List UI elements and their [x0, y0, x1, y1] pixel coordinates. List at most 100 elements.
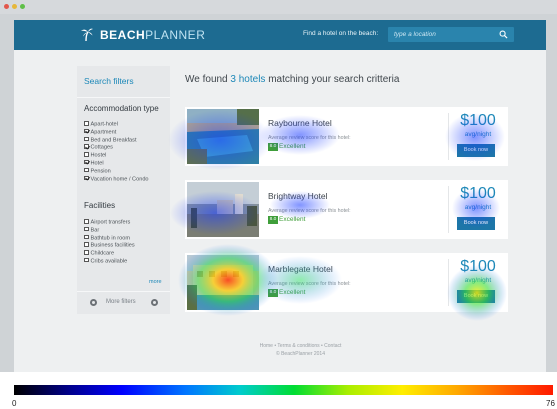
brand-primary: BEACH — [100, 28, 146, 42]
checkbox-checked[interactable] — [84, 159, 89, 165]
results-count: 3 hotels — [230, 74, 266, 85]
search-icon[interactable] — [499, 30, 508, 39]
footer-copyright: © BeachPlanner 2014 — [276, 351, 325, 357]
facilities-option[interactable]: Bar — [84, 226, 135, 235]
accommodation-option-label: Hotel — [90, 160, 104, 167]
checkbox[interactable] — [84, 250, 89, 255]
accommodation-option-label: Pension — [90, 168, 111, 175]
facilities-option-label: Bathtub in room — [90, 235, 131, 242]
price: $100 — [460, 258, 496, 275]
accommodation-option[interactable]: Hostel — [84, 152, 149, 160]
facilities-heading: Facilities — [84, 201, 116, 210]
score-rating: Excellent — [279, 216, 306, 223]
more-facilities-link[interactable]: more — [149, 279, 162, 285]
more-filters-button[interactable]: More filters — [106, 299, 136, 305]
location-search-box — [388, 27, 514, 42]
hotel-name[interactable]: Marblegate Hotel — [268, 264, 333, 274]
review-score: 8.0 Excellent — [268, 289, 305, 297]
sidebar-title: Search filters — [84, 76, 134, 86]
main-content: Search filters Accommodation type Apart-… — [14, 50, 546, 372]
checkbox-checked[interactable] — [84, 144, 89, 149]
accommodation-option-label: Hostel — [90, 152, 107, 159]
facilities-option-label: Cribs available — [90, 258, 128, 265]
hotel-photo[interactable] — [187, 109, 259, 164]
price-unit: avg/night — [464, 131, 492, 138]
facilities-option[interactable]: Childcare — [84, 250, 135, 258]
book-now-button[interactable]: Book now — [457, 290, 495, 303]
checkbox-checked[interactable] — [84, 128, 89, 134]
review-score: 8.0 Excellent — [268, 143, 305, 151]
price: $100 — [460, 112, 496, 129]
accommodation-heading: Accommodation type — [84, 104, 159, 113]
brand-secondary: PLANNER — [145, 28, 206, 42]
checkbox[interactable] — [84, 226, 89, 232]
checkbox[interactable] — [84, 219, 89, 224]
brand-logo[interactable]: BEACHPLANNER — [100, 28, 205, 42]
search-label: Find a hotel on the beach: — [303, 30, 379, 37]
accommodation-option[interactable]: Apartment — [84, 128, 149, 137]
accommodation-option-label: Cottages — [90, 144, 113, 151]
score-badge: 8.0 — [268, 289, 278, 297]
price: $100 — [460, 185, 496, 202]
window-titlebar — [0, 0, 557, 14]
facilities-option-label: Bar — [90, 227, 100, 234]
accommodation-option-label: Bed and Breakfast — [90, 137, 137, 144]
gear-icon — [90, 299, 97, 306]
checkbox[interactable] — [84, 234, 89, 240]
accommodation-option[interactable]: Cottages — [84, 144, 149, 152]
score-rating: Excellent — [279, 143, 306, 150]
hotel-name[interactable]: Raybourne Hotel — [268, 118, 332, 128]
accommodation-option-label: Apart-hotel — [90, 121, 118, 128]
checkbox[interactable] — [84, 257, 89, 263]
facilities-option[interactable]: Business facilities — [84, 242, 135, 250]
filter-sidebar: Search filters Accommodation type Apart-… — [77, 66, 170, 314]
facilities-list: Airport transfers Bar Bathtub in room Busin… — [84, 219, 135, 266]
accommodation-option[interactable]: Apart-hotel — [84, 121, 149, 129]
facilities-option[interactable]: Bathtub in room — [84, 234, 135, 243]
scale-min-label: 0 — [12, 399, 17, 408]
palm-tree-icon — [81, 28, 93, 42]
scale-max-label: 76 — [546, 399, 555, 408]
accommodation-option[interactable]: Bed and Breakfast — [84, 136, 149, 145]
maximize-window-button[interactable] — [20, 4, 25, 9]
gear-icon — [151, 299, 158, 306]
review-caption: Average review score for this hotel: — [268, 281, 351, 287]
review-caption: Average review score for this hotel: — [268, 135, 351, 141]
results-suffix: matching your search critteria — [265, 74, 400, 85]
footer-links[interactable]: Home • Terms & conditions • Contact — [14, 343, 546, 349]
minimize-window-button[interactable] — [12, 4, 17, 9]
accommodation-option[interactable]: Hotel — [84, 159, 149, 168]
hotel-photo[interactable] — [187, 182, 259, 237]
accommodation-option[interactable]: Vacation home / Condo — [84, 175, 149, 184]
facilities-option[interactable]: Cribs available — [84, 257, 135, 266]
checkbox[interactable] — [84, 167, 89, 173]
hotel-photo[interactable] — [187, 255, 259, 310]
hotel-card: Raybourne Hotel Average review score for… — [185, 107, 508, 166]
accommodation-option-label: Vacation home / Condo — [90, 176, 149, 183]
checkbox[interactable] — [84, 121, 89, 126]
location-search-input[interactable] — [394, 29, 494, 40]
results-prefix: We found — [185, 74, 231, 85]
close-window-button[interactable] — [4, 4, 9, 9]
checkbox[interactable] — [84, 152, 89, 157]
heatmap-color-scale — [14, 385, 553, 395]
facilities-option-label: Airport transfers — [90, 219, 131, 226]
book-now-button[interactable]: Book now — [457, 217, 495, 230]
price-unit: avg/night — [464, 204, 492, 211]
score-badge: 8.0 — [268, 143, 278, 151]
accommodation-list: Apart-hotel Apartment Bed and Breakfast Cot… — [84, 121, 149, 183]
more-filters-bar[interactable]: More filters — [77, 292, 170, 314]
checkbox-checked[interactable] — [84, 175, 89, 181]
hotel-name[interactable]: Brightway Hotel — [268, 191, 328, 201]
site-header: BEACHPLANNER Find a hotel on the beach: — [14, 20, 546, 50]
review-caption: Average review score for this hotel: — [268, 208, 351, 214]
facilities-option-label: Childcare — [90, 250, 115, 257]
book-now-button[interactable]: Book now — [457, 144, 495, 157]
checkbox[interactable] — [84, 242, 89, 247]
accommodation-option[interactable]: Pension — [84, 167, 149, 176]
facilities-option-label: Business facilities — [90, 242, 135, 249]
price-unit: avg/night — [464, 277, 492, 284]
facilities-option[interactable]: Airport transfers — [84, 219, 135, 227]
review-score: 8.0 Excellent — [268, 216, 305, 224]
checkbox[interactable] — [84, 136, 89, 142]
